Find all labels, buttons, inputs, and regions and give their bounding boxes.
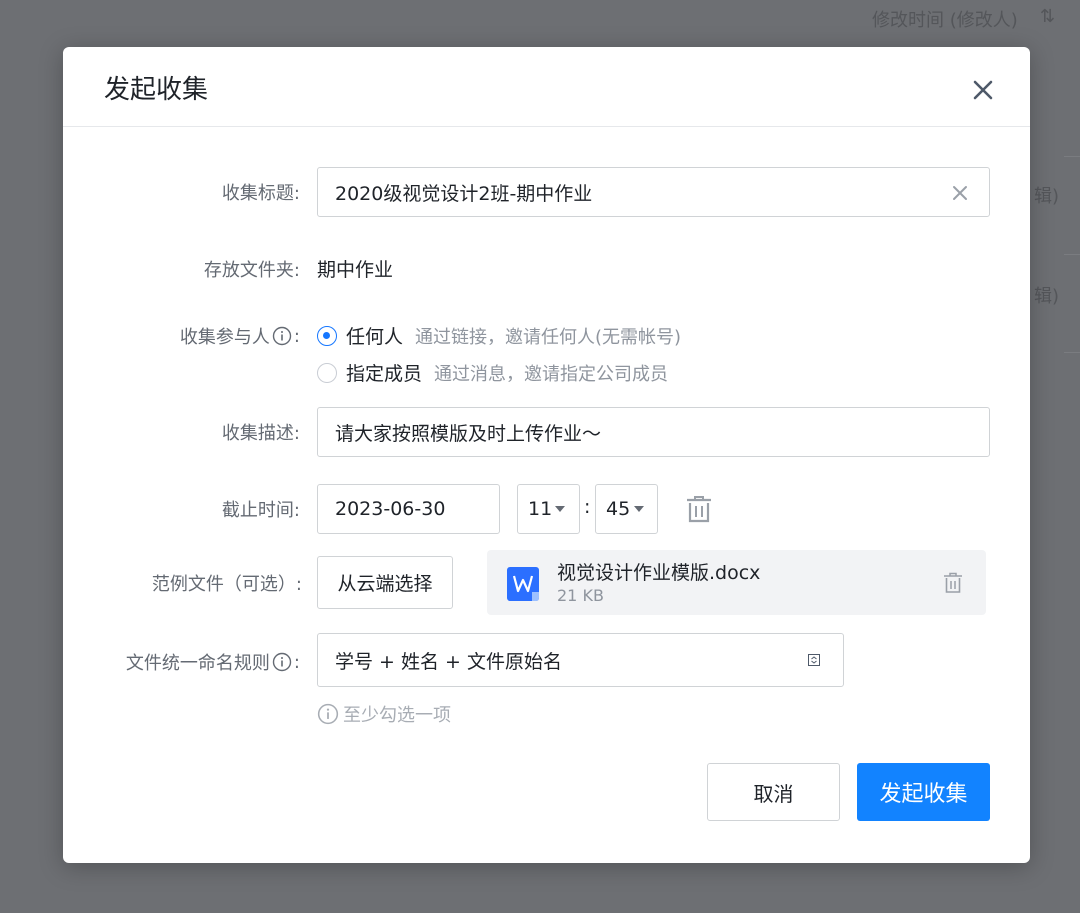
radio-anyone-circle[interactable]	[317, 325, 337, 346]
bg-divider	[1064, 352, 1080, 353]
folder-value: 期中作业	[317, 259, 394, 281]
radio-anyone[interactable]: 任何人 通过链接，邀请任何人(无需帐号)	[317, 322, 681, 349]
radio-members-circle[interactable]	[317, 362, 337, 383]
info-icon	[317, 703, 339, 725]
naming-rule-hint: 至少勾选一项	[317, 701, 451, 727]
bg-sort-icon: ⇅	[1040, 6, 1056, 27]
sample-file-label: 范例文件（可选）:	[151, 574, 302, 595]
description-input[interactable]: 请大家按照模版及时上传作业～	[317, 407, 990, 457]
cancel-button[interactable]: 取消	[707, 763, 840, 821]
deadline-hour-value: 11	[528, 498, 553, 520]
folder-label: 存放文件夹:	[203, 260, 300, 281]
word-doc-icon	[507, 567, 539, 601]
trash-icon[interactable]	[684, 494, 714, 524]
description-input-value: 请大家按照模版及时上传作业～	[335, 422, 602, 445]
bg-row-fragment: 辑)	[1034, 186, 1060, 207]
bg-divider	[1064, 156, 1080, 157]
participants-label: 收集参与人 :	[179, 325, 300, 349]
bg-divider	[1064, 254, 1080, 255]
deadline-minute-value: 45	[606, 498, 631, 520]
radio-members[interactable]: 指定成员 通过消息，邀请指定公司成员	[317, 359, 668, 386]
start-collection-button[interactable]: 发起收集	[857, 763, 990, 821]
deadline-hour-select[interactable]: 11	[517, 484, 580, 534]
info-icon[interactable]	[272, 326, 292, 346]
title-input-value: 2020级视觉设计2班-期中作业	[335, 182, 593, 205]
description-label: 收集描述:	[221, 423, 300, 444]
close-button[interactable]	[965, 72, 1001, 108]
deadline-minute-select[interactable]: 45	[595, 484, 658, 534]
deadline-date-input[interactable]: 2023-06-30	[317, 484, 500, 534]
title-input[interactable]: 2020级视觉设计2班-期中作业	[317, 167, 990, 217]
select-from-cloud-button[interactable]: 从云端选择	[317, 556, 453, 609]
radio-members-label: 指定成员	[346, 363, 423, 385]
bg-row-fragment: 辑)	[1034, 286, 1060, 307]
info-icon[interactable]	[272, 652, 292, 672]
close-icon	[973, 80, 993, 100]
file-size: 21 KB	[557, 586, 604, 605]
radio-members-hint: 通过消息，邀请指定公司成员	[434, 363, 669, 385]
radio-anyone-label: 任何人	[346, 326, 404, 348]
sample-file-card: 视觉设计作业模版.docx 21 KB	[487, 550, 986, 615]
trash-icon[interactable]	[943, 572, 963, 594]
title-label: 收集标题:	[221, 183, 300, 204]
start-collection-dialog: 发起收集 收集标题: 2020级视觉设计2班-期中作业 存放文件夹: 期中作业 …	[63, 47, 1030, 863]
dialog-title: 发起收集	[104, 75, 209, 105]
naming-rule-value: 学号 + 姓名 + 文件原始名	[335, 650, 562, 673]
caret-down-icon	[634, 506, 644, 512]
radio-anyone-hint: 通过链接，邀请任何人(无需帐号)	[415, 326, 682, 348]
time-separator: :	[584, 496, 591, 518]
naming-rule-label: 文件统一命名规则 :	[125, 651, 300, 675]
dialog-header: 发起收集	[63, 47, 1030, 127]
clear-icon[interactable]	[951, 184, 969, 202]
select-toggle-icon	[808, 654, 820, 666]
naming-rule-select[interactable]: 学号 + 姓名 + 文件原始名	[317, 633, 844, 687]
deadline-label: 截止时间:	[221, 500, 300, 521]
file-name: 视觉设计作业模版.docx	[557, 562, 761, 584]
caret-down-icon	[555, 506, 565, 512]
bg-column-header: 修改时间 (修改人)	[872, 10, 1018, 31]
deadline-date-value: 2023-06-30	[335, 498, 446, 520]
